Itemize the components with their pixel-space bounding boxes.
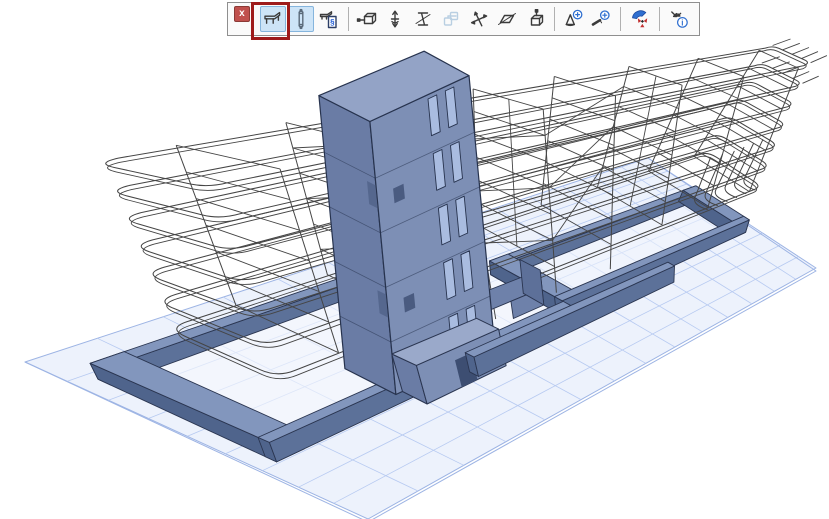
toolbar-button-multiply [438, 6, 464, 32]
beam-document-icon: § [318, 8, 340, 30]
toolbar-button-stretch[interactable] [410, 6, 436, 32]
zoom-in-line-icon [590, 8, 612, 30]
toolbar-separator [659, 7, 660, 31]
toolbar-separator [348, 7, 349, 31]
toolbar-button-rotate-axes[interactable] [466, 6, 492, 32]
svg-text:i: i [681, 18, 683, 27]
rebuild-colored-icon [629, 8, 651, 30]
toolbar-separator [620, 7, 621, 31]
drag-box-vertical-icon [524, 8, 546, 30]
svg-text:§: § [330, 18, 335, 27]
toolbar-button-zoom-in-cone[interactable] [561, 6, 587, 32]
toolbar-button-column-tool[interactable] [288, 6, 314, 32]
toolbar-button-beam-tool[interactable] [260, 6, 286, 32]
toolbar-button-beam-document[interactable]: § [316, 6, 342, 32]
3d-viewport[interactable] [0, 0, 829, 519]
toolbar-button-rebuild-colored[interactable] [627, 6, 653, 32]
column-tool-icon [290, 8, 312, 30]
toolbar-separator [554, 7, 555, 31]
toolbar-button-elevate[interactable] [382, 6, 408, 32]
elevate-icon [384, 8, 406, 30]
toolbar-button-drag-box-vertical[interactable] [522, 6, 548, 32]
rotate-axes-icon [468, 8, 490, 30]
app-window: x § i [0, 0, 829, 519]
toolbar-button-drag-box[interactable] [355, 6, 381, 32]
zoom-in-cone-icon [562, 8, 584, 30]
toolbar-button-skew[interactable] [494, 6, 520, 32]
toolbar: x § i [227, 2, 700, 36]
skew-icon [496, 8, 518, 30]
drag-box-icon [356, 8, 378, 30]
toolbar-button-quick-info[interactable]: i [666, 6, 692, 32]
multiply-icon [440, 8, 462, 30]
quick-info-icon: i [668, 8, 690, 30]
stretch-icon [412, 8, 434, 30]
beam-tool-icon [262, 8, 284, 30]
toolbar-close-button[interactable]: x [234, 6, 250, 22]
toolbar-button-zoom-in-line[interactable] [588, 6, 614, 32]
